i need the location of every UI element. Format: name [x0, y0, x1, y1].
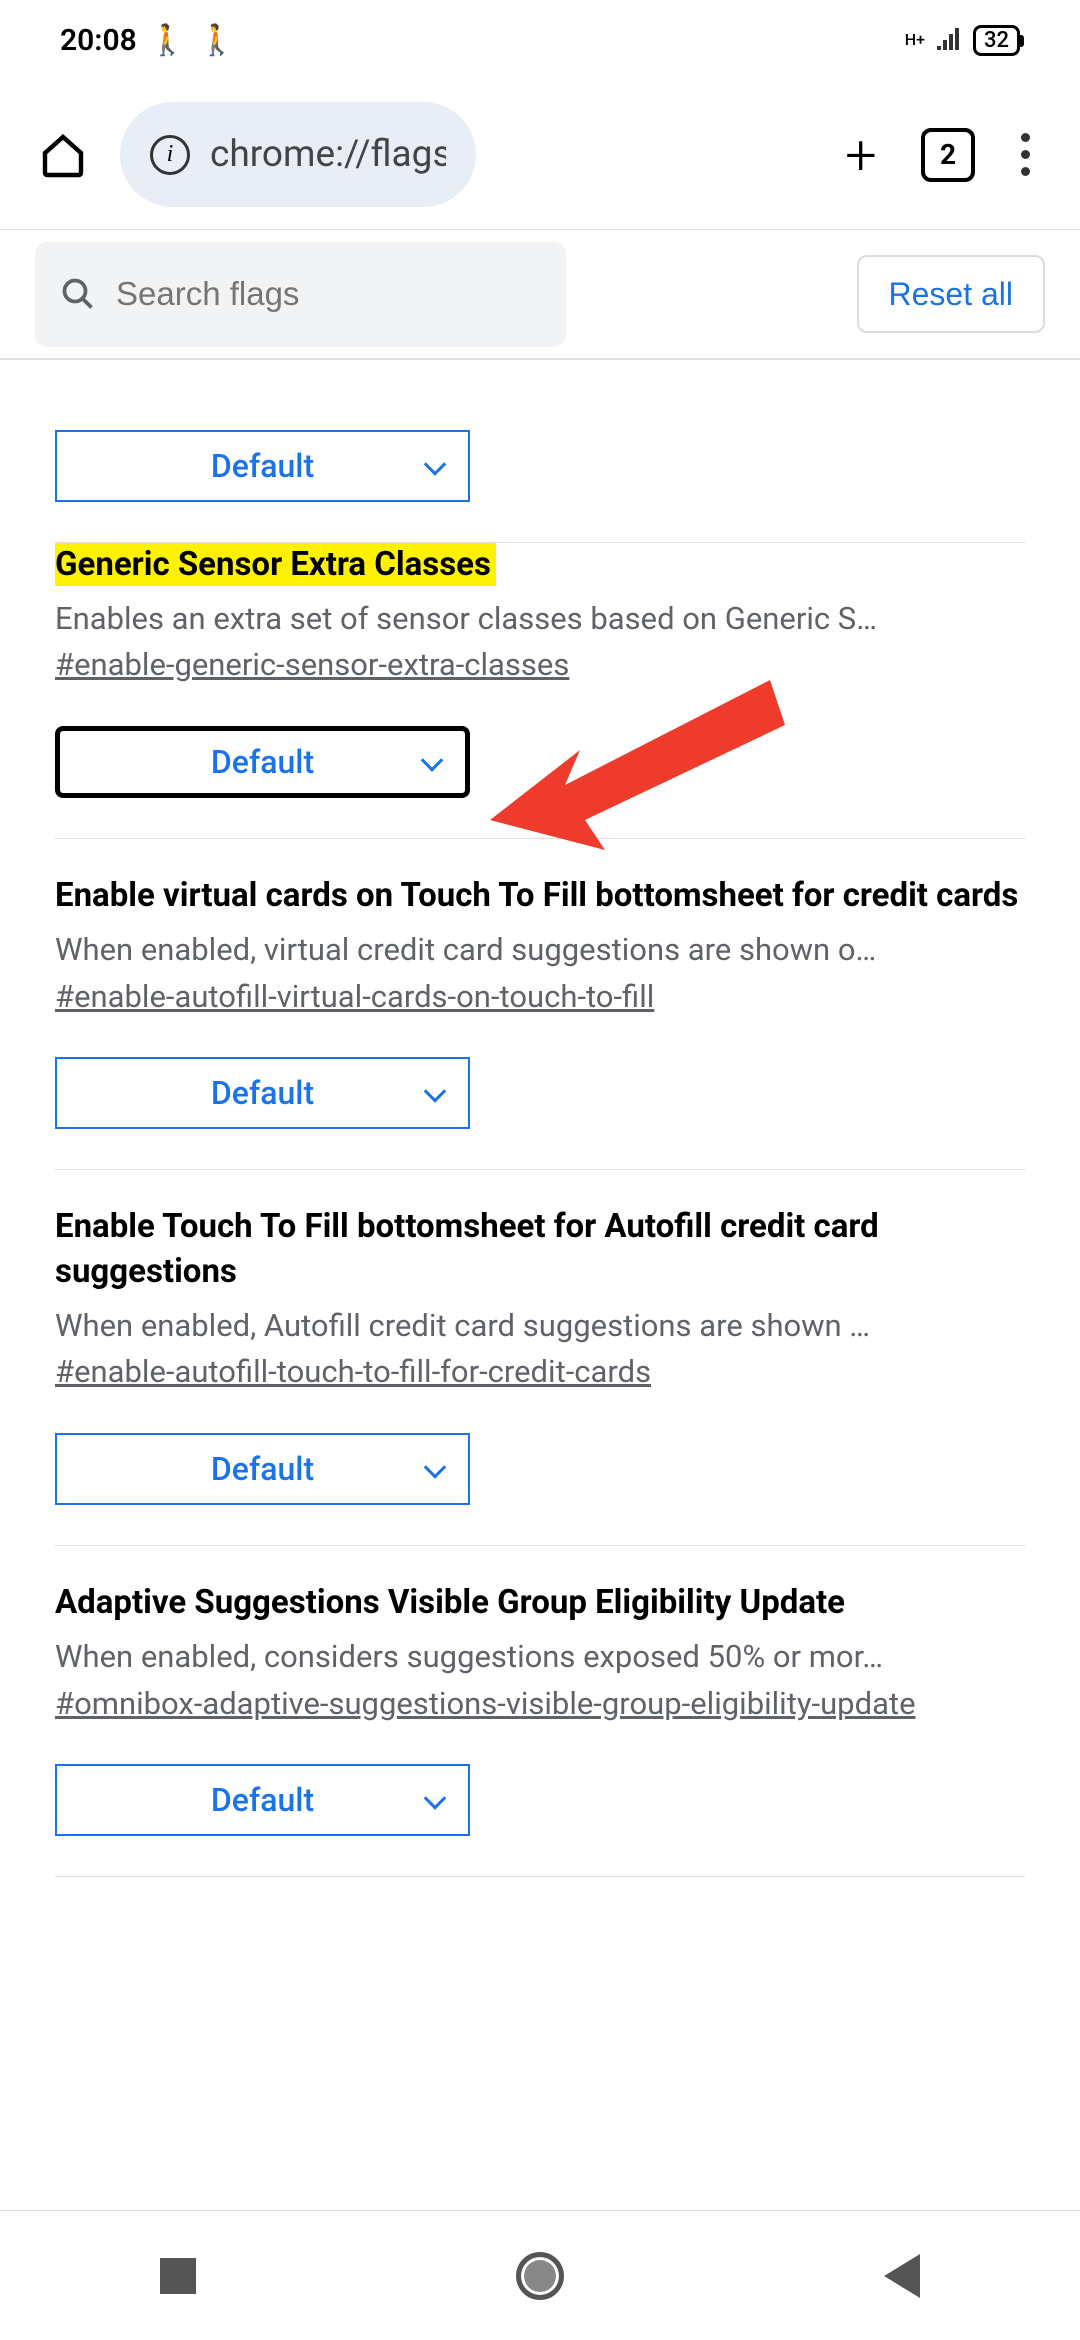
flag-title: Generic Sensor Extra Classes — [55, 543, 496, 586]
chevron-down-icon — [424, 1081, 447, 1104]
search-icon — [60, 276, 96, 312]
flag-select[interactable]: Default — [55, 1433, 470, 1505]
flag-item-partial: Default — [55, 360, 1025, 543]
flag-item: Enable Touch To Fill bottomsheet for Aut… — [55, 1205, 1025, 1546]
flag-item: Adaptive Suggestions Visible Group Eligi… — [55, 1581, 1025, 1877]
site-info-icon[interactable]: i — [150, 135, 190, 175]
flag-hash-link[interactable]: #enable-autofill-virtual-cards-on-touch-… — [55, 976, 654, 1018]
tab-switcher-button[interactable]: 2 — [921, 128, 975, 182]
flag-description: Enables an extra set of sensor classes b… — [55, 598, 1025, 640]
flag-description: When enabled, virtual credit card sugges… — [55, 929, 1025, 971]
new-tab-button[interactable]: + — [831, 122, 891, 188]
flag-hash-link[interactable]: #enable-autofill-touch-to-fill-for-credi… — [55, 1351, 651, 1393]
chevron-down-icon — [421, 749, 444, 772]
home-button[interactable] — [35, 127, 90, 182]
flag-select-value: Default — [211, 1074, 314, 1112]
flag-select-value: Default — [211, 743, 314, 781]
chevron-down-icon — [424, 1456, 447, 1479]
android-nav-bar — [0, 2210, 1080, 2340]
chevron-down-icon — [424, 453, 447, 476]
reset-all-button[interactable]: Reset all — [857, 255, 1046, 333]
signal-icon — [935, 23, 963, 58]
flag-select[interactable]: Default — [55, 430, 470, 502]
flag-title: Enable virtual cards on Touch To Fill bo… — [55, 874, 1025, 919]
search-input[interactable] — [116, 275, 541, 313]
browser-toolbar: i chrome://flags/#enab + 2 — [0, 80, 1080, 230]
chevron-down-icon — [424, 1788, 447, 1811]
pedestrian-icon: 🚶 — [149, 23, 186, 58]
flags-content: Default Generic Sensor Extra Classes Enab… — [0, 360, 1080, 1877]
flag-title: Adaptive Suggestions Visible Group Eligi… — [55, 1581, 1025, 1626]
nav-back-button[interactable] — [884, 2254, 920, 2298]
flags-search-row: Reset all — [0, 230, 1080, 360]
flag-select-value: Default — [211, 447, 314, 485]
flag-item: Generic Sensor Extra Classes Enables an e… — [55, 543, 1025, 839]
flag-description: When enabled, considers suggestions expo… — [55, 1636, 1025, 1678]
flag-select-value: Default — [211, 1781, 314, 1819]
battery-indicator: 32 — [973, 25, 1020, 56]
flag-select[interactable]: Default — [55, 1764, 470, 1836]
flag-hash-link[interactable]: #enable-generic-sensor-extra-classes — [55, 644, 569, 686]
network-type: H+ — [905, 32, 925, 48]
flag-select[interactable]: Default — [55, 726, 470, 798]
nav-recent-button[interactable] — [160, 2258, 196, 2294]
url-text: chrome://flags/#enab — [210, 133, 446, 176]
nav-home-button[interactable] — [516, 2252, 564, 2300]
overflow-menu-button[interactable] — [1005, 133, 1045, 176]
pedestrian-icon: 🚶 — [198, 23, 235, 58]
url-bar[interactable]: i chrome://flags/#enab — [120, 102, 476, 207]
flag-select[interactable]: Default — [55, 1057, 470, 1129]
status-bar: 20:08 🚶 🚶 H+ 32 — [0, 0, 1080, 80]
status-time: 20:08 — [60, 23, 137, 58]
search-flags-box[interactable] — [35, 242, 566, 347]
flag-item: Enable virtual cards on Touch To Fill bo… — [55, 874, 1025, 1170]
flag-select-value: Default — [211, 1450, 314, 1488]
flag-hash-link[interactable]: #omnibox-adaptive-suggestions-visible-gr… — [55, 1683, 916, 1725]
flag-title: Enable Touch To Fill bottomsheet for Aut… — [55, 1205, 1025, 1294]
flag-description: When enabled, Autofill credit card sugge… — [55, 1305, 1025, 1347]
